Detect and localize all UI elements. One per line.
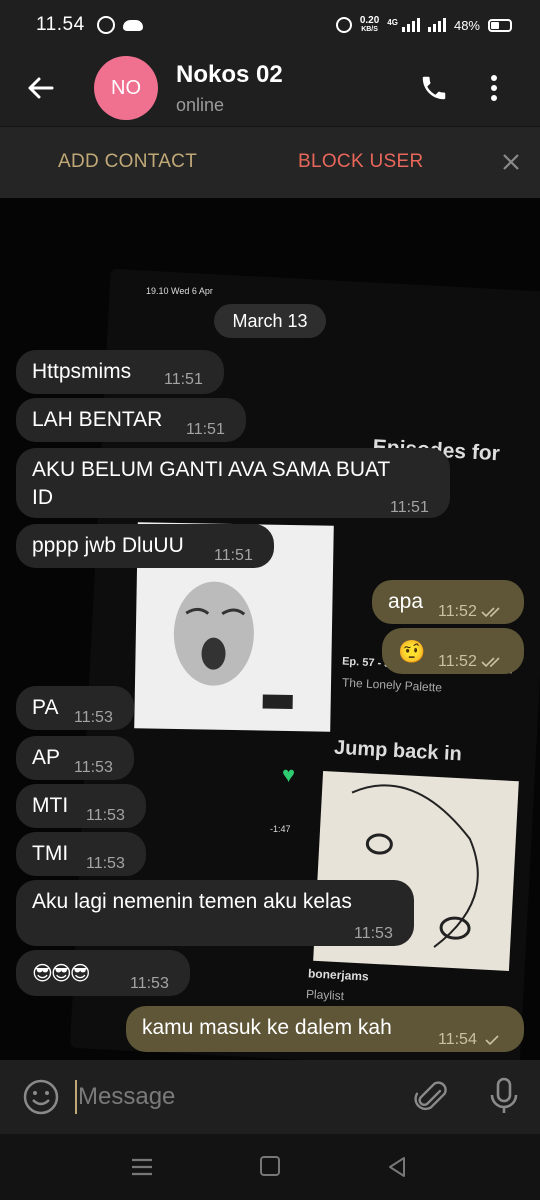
smiley-icon — [23, 1079, 59, 1115]
emoji-button[interactable] — [22, 1078, 60, 1116]
contact-info[interactable]: Nokos 02 online — [176, 61, 283, 116]
check-icon — [485, 1035, 499, 1046]
message-text: 🤨 — [398, 639, 426, 664]
message-text: LAH BENTAR — [32, 408, 163, 431]
close-icon — [503, 154, 519, 170]
text-caret — [75, 1080, 77, 1114]
heart-icon: ♥ — [282, 762, 296, 787]
chat-header: NO Nokos 02 online — [0, 50, 540, 126]
message-bubble-incoming[interactable]: AKU BELUM GANTI AVA SAMA BUAT ID 11:51 — [16, 448, 450, 518]
nav-back-icon[interactable] — [386, 1156, 408, 1178]
message-bubble-incoming[interactable]: 😎😎😎 11:53 — [16, 950, 190, 996]
message-time: 11:51 — [186, 421, 225, 438]
microphone-icon — [490, 1077, 518, 1113]
message-time: 11:51 — [164, 371, 203, 388]
message-bubble-incoming[interactable]: MTI 11:53 — [16, 784, 146, 828]
cloud-icon — [122, 19, 143, 31]
wallpaper-top-text: 19.10 Wed 6 Apr — [146, 286, 213, 296]
message-bubble-incoming[interactable]: pppp jwb DluUU 11:51 — [16, 524, 274, 568]
paperclip-icon — [414, 1081, 447, 1111]
message-input[interactable] — [78, 1080, 398, 1114]
contact-action-strip: ADD CONTACT BLOCK USER — [0, 126, 540, 198]
network-type: 4G — [387, 18, 398, 27]
contact-name: Nokos 02 — [176, 60, 283, 88]
message-time: 11:53 — [74, 709, 113, 726]
message-meta: 11:54 — [438, 1026, 505, 1054]
message-bubble-incoming[interactable]: TMI 11:53 — [16, 832, 146, 876]
message-meta: 11:52 — [438, 648, 505, 676]
message-bubble-incoming[interactable]: PA 11:53 — [16, 686, 134, 730]
close-strip-button[interactable] — [496, 147, 526, 177]
message-bubble-incoming[interactable]: LAH BENTAR 11:51 — [16, 398, 246, 442]
message-text: TMI — [32, 842, 69, 865]
message-text: MTI — [32, 794, 69, 817]
back-button[interactable] — [0, 50, 80, 126]
avatar[interactable]: NO — [94, 56, 158, 120]
whatsapp-icon — [96, 16, 115, 34]
message-time: 11:51 — [214, 547, 253, 564]
message-text: pppp jwb DluUU — [32, 534, 184, 557]
message-bubble-incoming[interactable]: Httpsmims 11:51 — [16, 350, 224, 394]
menu-icon[interactable] — [130, 1156, 154, 1178]
double-check-icon — [481, 607, 500, 618]
message-bubble-incoming[interactable]: AP 11:53 — [16, 736, 134, 780]
message-meta: 11:52 — [438, 598, 505, 626]
message-text: AP — [32, 746, 61, 769]
message-text: Aku lagi nemenin temen aku kelas — [32, 890, 352, 913]
status-bar: 11.54 0.20 KB/S 4G 48% — [0, 0, 540, 50]
signal-icon-2 — [427, 18, 446, 32]
message-time: 11:51 — [390, 499, 429, 516]
phone-icon — [422, 76, 446, 100]
call-button[interactable] — [404, 58, 464, 118]
home-icon[interactable] — [260, 1156, 280, 1176]
system-nav-bar — [0, 1134, 540, 1200]
message-time: 11:53 — [354, 925, 393, 942]
message-text-line1: AKU BELUM GANTI AVA SAMA BUAT — [32, 458, 391, 481]
message-bubble-outgoing[interactable]: 🤨 11:52 — [382, 628, 524, 674]
message-text: Httpsmims — [32, 360, 132, 383]
message-text: PA — [32, 696, 59, 719]
double-check-icon — [481, 657, 500, 668]
mic-button[interactable] — [486, 1076, 522, 1116]
message-text: apa — [388, 590, 424, 613]
alarm-icon — [335, 17, 352, 33]
add-contact-button[interactable]: ADD CONTACT — [58, 151, 197, 173]
wallpaper-playlist-type: Playlist — [305, 987, 345, 1003]
message-bubble-incoming[interactable]: Aku lagi nemenin temen aku kelas 11:53 — [16, 880, 414, 946]
message-bubble-outgoing[interactable]: kamu masuk ke dalem kah 11:54 — [126, 1006, 524, 1052]
message-time: 11:53 — [130, 975, 169, 992]
message-bubble-outgoing[interactable]: apa 11:52 — [372, 580, 524, 624]
contact-status: online — [176, 94, 225, 115]
status-time: 11.54 — [36, 14, 85, 35]
message-text: kamu masuk ke dalem kah — [142, 1016, 392, 1039]
message-time: 11:53 — [86, 807, 125, 824]
date-separator: March 13 — [214, 304, 326, 338]
battery-icon — [488, 18, 512, 32]
net-speed: 0.20 KB/S — [359, 15, 380, 34]
block-user-button[interactable]: BLOCK USER — [298, 151, 423, 173]
more-options-button[interactable] — [464, 58, 524, 118]
chat-area[interactable]: 19.10 Wed 6 Apr Episodes for you Ep. 57 … — [0, 198, 540, 1060]
more-vertical-icon — [491, 75, 497, 101]
arrow-left-icon — [28, 77, 54, 99]
message-text: 😎😎😎 — [32, 963, 91, 985]
signal-icon — [401, 18, 420, 32]
message-time: 11:53 — [86, 855, 125, 872]
battery-percent: 48% — [453, 17, 480, 33]
message-input-bar — [0, 1060, 540, 1134]
attach-button[interactable] — [414, 1078, 450, 1116]
wallpaper-time-remaining: -1:47 — [270, 824, 291, 834]
message-time: 11:53 — [74, 759, 113, 776]
message-text-line2: ID — [32, 486, 53, 509]
